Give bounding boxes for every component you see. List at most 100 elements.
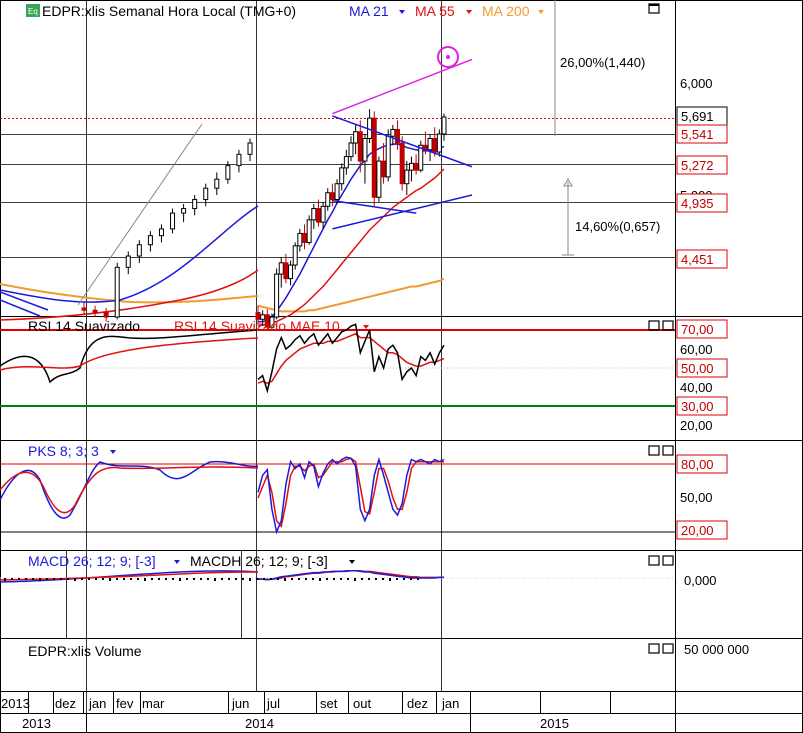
- macd-histogram-bar: [354, 578, 356, 581]
- candle-body: [247, 142, 253, 155]
- price-axis-label: 6,000: [680, 76, 713, 91]
- pks-level-tag-label: 80,00: [681, 457, 714, 472]
- ma21-label[interactable]: MA 21: [349, 3, 389, 19]
- candle-body: [292, 245, 298, 266]
- macd-histogram-bar: [32, 578, 34, 580]
- candle-body: [404, 169, 410, 185]
- macd-histogram-bar: [263, 578, 265, 580]
- candle-body: [315, 208, 321, 223]
- macd-histogram-bar: [74, 578, 76, 581]
- macd-histogram-bar: [256, 578, 258, 580]
- rsi-title[interactable]: RSI 14 Suavizado: [28, 318, 140, 334]
- chart-canvas: 26,00%(1,440) 14,60%(0,657) Eq EDPR:xlis…: [0, 0, 803, 733]
- macd-histogram-bar: [291, 578, 293, 580]
- macd-histogram-bar: [382, 578, 384, 580]
- candle-body: [302, 232, 307, 243]
- candle-body: [92, 309, 98, 314]
- candle-body: [320, 205, 326, 223]
- macdh-title[interactable]: MACDH 26; 12; 9; [-3]: [190, 553, 328, 569]
- macd-histogram-bar: [53, 578, 55, 580]
- macd-histogram-bar: [396, 578, 398, 580]
- macd-histogram-bar: [214, 578, 216, 581]
- macd-histogram-bar: [221, 578, 223, 580]
- ma200-label[interactable]: MA 200: [482, 3, 530, 19]
- macd-histogram-bar: [284, 578, 286, 581]
- macd-histogram-bar: [368, 578, 370, 580]
- macd-histogram-bar: [242, 578, 244, 580]
- macd-histogram-bar: [326, 578, 328, 580]
- candle-body: [214, 178, 220, 189]
- rsi-axis-label: 20,00: [680, 418, 713, 433]
- pks-title[interactable]: PKS 8; 3; 3: [28, 443, 99, 459]
- macd-histogram-bar: [417, 578, 419, 580]
- time-label: set: [320, 696, 338, 711]
- macd-histogram-bar: [130, 578, 132, 580]
- macd-histogram-bar: [361, 578, 363, 580]
- macd-histogram-bar: [158, 578, 160, 580]
- ma55-label[interactable]: MA 55: [415, 3, 455, 19]
- equity-badge-text: Eq: [28, 7, 38, 16]
- macd-histogram-bar: [109, 578, 111, 581]
- candle-body: [413, 162, 419, 171]
- macd-histogram-bar: [389, 578, 391, 581]
- candle-body: [283, 262, 289, 280]
- year-label: 2015: [540, 716, 569, 731]
- rsi-axis-label: 60,00: [680, 342, 713, 357]
- macd-histogram-bar: [67, 578, 69, 580]
- candle-body: [125, 255, 131, 268]
- time-label: dez: [407, 696, 428, 711]
- time-label: jan: [88, 696, 106, 711]
- candle-body: [362, 138, 368, 162]
- candle-body: [399, 142, 405, 185]
- candle-body: [136, 244, 142, 257]
- time-label: 2013: [1, 696, 30, 711]
- candle-body: [376, 160, 382, 198]
- volume-title[interactable]: EDPR:xlis Volume: [28, 643, 142, 659]
- candle-body: [390, 128, 396, 137]
- candle-body: [306, 219, 312, 243]
- macd-histogram-bar: [319, 578, 321, 581]
- candle-body: [311, 208, 317, 221]
- candle-body: [181, 208, 187, 214]
- time-label: mar: [142, 696, 165, 711]
- candle-body: [395, 128, 400, 144]
- macd-histogram-bar: [116, 578, 118, 580]
- macd-histogram-bar: [375, 578, 377, 580]
- pks-level-tag-label: 20,00: [681, 523, 714, 538]
- rsi-level-tag-label: 70,00: [681, 322, 714, 337]
- macd-histogram-bar: [25, 578, 27, 580]
- rsi-ma-title[interactable]: RSI 14 Suavizado MAE 10: [174, 318, 340, 334]
- candle-body: [334, 183, 340, 201]
- macd-histogram-bar: [95, 578, 97, 580]
- candle-body: [114, 266, 120, 318]
- macd-axis-label: 0,000: [684, 573, 717, 588]
- time-label: dez: [55, 696, 76, 711]
- macd-title[interactable]: MACD 26; 12; 9; [-3]: [28, 553, 156, 569]
- time-label: jul: [266, 696, 280, 711]
- candle-body: [278, 262, 284, 275]
- candle-body: [432, 138, 438, 153]
- time-label: jan: [441, 696, 459, 711]
- year-label: 2013: [22, 716, 51, 731]
- year-label: 2014: [245, 716, 274, 731]
- candle-body: [339, 167, 345, 185]
- macd-histogram-bar: [46, 578, 48, 580]
- candle-body: [236, 153, 242, 167]
- candle-body: [225, 165, 231, 180]
- rsi-level-tag-label: 30,00: [681, 399, 714, 414]
- candle-body: [288, 264, 294, 280]
- macd-histogram-bar: [137, 578, 139, 580]
- macd-histogram-bar: [144, 578, 146, 581]
- candle-body: [385, 135, 391, 178]
- macd-histogram-bar: [186, 578, 188, 580]
- macd-histogram-bar: [88, 578, 90, 580]
- macd-histogram-bar: [172, 578, 174, 580]
- price-panel-title[interactable]: EDPR:xlis Semanal Hora Local (TMG+0): [42, 3, 296, 19]
- candle-body: [427, 138, 433, 151]
- candle-body: [192, 199, 198, 210]
- macd-histogram-bar: [249, 578, 251, 581]
- candle-body: [357, 131, 363, 162]
- candle-body: [297, 232, 303, 247]
- price-tag-label: 5,272: [681, 158, 714, 173]
- candle-body: [147, 235, 153, 246]
